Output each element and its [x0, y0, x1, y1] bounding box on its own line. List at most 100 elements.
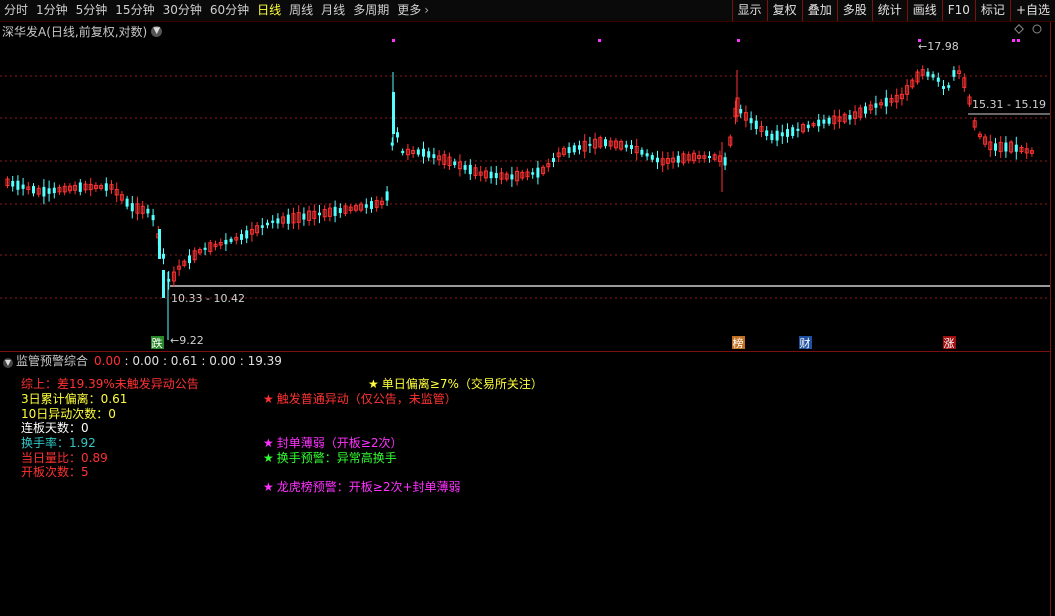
- candle-body: [588, 143, 592, 146]
- period-tab[interactable]: 多周期: [349, 0, 393, 21]
- warning-text: 换手预警：异常高换手: [276, 451, 397, 465]
- candle-body: [645, 153, 649, 157]
- signal-dot: [1017, 39, 1020, 42]
- indicator-line: 当日量比：0.89: [21, 451, 108, 465]
- period-tabs: 分时 1分钟 5分钟 15分钟 30分钟 60分钟 日线 周线 月线 多周期 更多: [0, 0, 433, 21]
- candle-body: [567, 147, 571, 154]
- candle-body: [947, 85, 951, 88]
- candle-body: [864, 106, 867, 114]
- candle-body: [994, 143, 997, 151]
- star-icon: ★: [263, 480, 274, 494]
- candle-body: [572, 145, 576, 153]
- candle-body: [926, 71, 930, 77]
- toolbar-button[interactable]: 复权: [766, 0, 802, 21]
- candle-body: [78, 182, 82, 192]
- toolbar-button[interactable]: 画线: [906, 0, 942, 21]
- candle-body: [765, 130, 769, 136]
- toolbar-button[interactable]: 统计: [871, 0, 907, 21]
- warning-line: ★ 单日偏离≥7%（交易所关注）: [368, 377, 543, 391]
- candle-body: [786, 129, 789, 137]
- warning-text: 龙虎榜预警：开板≥2次+封单薄弱: [276, 480, 461, 494]
- toolbar-button[interactable]: 叠加: [801, 0, 837, 21]
- candle-body: [104, 183, 108, 191]
- candle-body: [333, 206, 337, 216]
- indicator-name[interactable]: 监管预警综合: [16, 354, 88, 368]
- signal-dot: [392, 39, 395, 42]
- candle-body: [822, 119, 826, 124]
- candle-body: [780, 132, 784, 137]
- candle-body: [884, 97, 888, 107]
- candle-body: [942, 86, 945, 89]
- period-tab[interactable]: 更多: [393, 0, 433, 21]
- marker-label: 榜: [733, 336, 744, 350]
- star-icon: ★: [263, 392, 274, 406]
- period-tab[interactable]: 60分钟: [206, 0, 253, 21]
- low-price-label: ←9.22: [170, 334, 204, 347]
- candle-body: [52, 187, 56, 194]
- toolbar-button[interactable]: F10: [941, 0, 975, 21]
- candle-body: [203, 247, 207, 250]
- toolbar-button[interactable]: 多股: [836, 0, 872, 21]
- candle-body: [531, 172, 535, 175]
- period-tab[interactable]: 分时: [0, 0, 32, 21]
- indicator-line: 换手率：1.92: [21, 436, 96, 450]
- warning-line: ★ 封单薄弱（开板≥2次）: [263, 436, 402, 450]
- marker-label: 涨: [944, 337, 955, 350]
- candle-body: [848, 114, 852, 120]
- warning-text: 封单薄弱（开板≥2次）: [276, 436, 403, 450]
- kline-chart[interactable]: ←17.98 ←9.22 10.33 - 10.42 15.31 - 15.19 跌 榜 财…: [0, 22, 1050, 353]
- chevron-down-icon[interactable]: ▼: [3, 358, 13, 368]
- high-price-label: ←17.98: [918, 40, 959, 53]
- candle-body: [796, 128, 800, 131]
- candle-body: [416, 149, 420, 155]
- candle-body: [489, 171, 493, 179]
- warning-text: 触发普通异动（仅公告，未监管）: [276, 392, 457, 406]
- kline-chart-svg[interactable]: ←17.98 ←9.22 10.33 - 10.42 15.31 - 15.19 跌 榜 财…: [0, 22, 1050, 353]
- candle-body: [302, 213, 306, 220]
- circle-icon: [1032, 24, 1042, 34]
- candle-body: [286, 214, 290, 224]
- period-tab[interactable]: 5分钟: [72, 0, 112, 21]
- period-tab[interactable]: 周线: [285, 0, 317, 21]
- toolbar-button[interactable]: 显示: [731, 0, 767, 21]
- candle-body: [739, 108, 743, 114]
- candle-body: [806, 124, 810, 129]
- candle-body: [510, 174, 514, 180]
- candle-body: [723, 157, 727, 166]
- indicator-values: 0.00 : 0.00 : 0.61 : 0.00 : 19.39: [94, 354, 282, 368]
- indicator-value: 0.00: [94, 354, 121, 368]
- candle-body: [224, 239, 228, 245]
- warning-line: ★ 龙虎榜预警：开板≥2次+封单薄弱: [263, 480, 461, 494]
- toolbar-button[interactable]: 标记: [974, 0, 1010, 21]
- candle-body: [188, 255, 191, 264]
- candle-body: [552, 158, 555, 162]
- candle-body: [42, 186, 46, 197]
- period-tab[interactable]: 月线: [317, 0, 349, 21]
- candle-body: [453, 161, 457, 166]
- candle-body: [656, 157, 659, 163]
- panel-divider[interactable]: [0, 351, 1050, 352]
- candle-body: [650, 155, 654, 160]
- range-high-label: 15.31 - 15.19: [972, 98, 1046, 111]
- period-tab[interactable]: 日线: [253, 0, 285, 21]
- period-tab[interactable]: 30分钟: [159, 0, 206, 21]
- period-toolbar: 分时1分钟5分钟15分钟30分钟60分钟日线周线月线多周期更多 显示复权叠加多股…: [0, 0, 1055, 22]
- value-separator: :: [120, 354, 133, 368]
- candle-body: [229, 238, 233, 243]
- signal-dot: [737, 39, 740, 42]
- period-tab[interactable]: 1分钟: [32, 0, 72, 21]
- candle-body: [162, 270, 165, 298]
- candle-body: [775, 130, 779, 141]
- candle-body: [338, 208, 342, 214]
- candle-body: [494, 172, 498, 179]
- candle-body: [32, 186, 35, 194]
- star-icon: ★: [263, 436, 274, 450]
- candle-body: [240, 234, 243, 240]
- toolbar-button[interactable]: +自选: [1009, 0, 1055, 21]
- period-tab[interactable]: 15分钟: [111, 0, 158, 21]
- candle-body: [318, 212, 321, 216]
- candle-body: [401, 150, 405, 154]
- candle-body: [536, 167, 540, 178]
- candle-body: [390, 142, 394, 146]
- value-separator: :: [159, 354, 171, 368]
